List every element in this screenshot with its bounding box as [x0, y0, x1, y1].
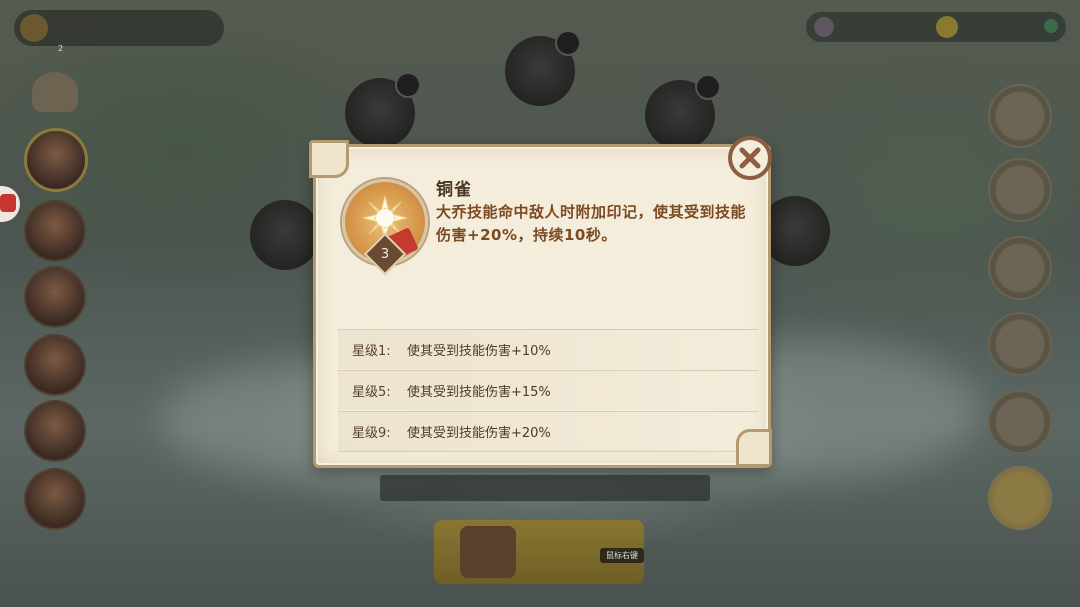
slot-badge — [395, 72, 421, 98]
star-level-row: 星级9: 使其受到技能伤害+20% — [338, 411, 758, 452]
top-indicator: 2 — [58, 44, 64, 53]
star-level-row: 星级1: 使其受到技能伤害+10% — [338, 329, 758, 369]
resource-bar[interactable] — [806, 12, 1066, 42]
hero-avatar[interactable] — [24, 128, 88, 192]
skill-name: 铜雀 — [436, 180, 472, 200]
top-left-bar[interactable]: 2 — [14, 10, 224, 53]
slot-badge — [555, 30, 581, 56]
level-gem-icon — [20, 14, 48, 42]
popup-paper: 3 铜雀 大乔技能命中敌人时附加印记，使其受到技能伤害+20%，持续10秒。 星… — [313, 144, 771, 468]
skill-detail-popup: 3 铜雀 大乔技能命中敌人时附加印记，使其受到技能伤害+20%，持续10秒。 星… — [309, 136, 772, 468]
close-button[interactable] — [728, 136, 772, 180]
formation-slot[interactable] — [505, 30, 581, 106]
star-level-effect: 使其受到技能伤害+20% — [407, 426, 551, 441]
right-menu-node[interactable] — [988, 390, 1052, 454]
right-menu-node[interactable] — [988, 236, 1052, 300]
hero-avatar[interactable] — [24, 200, 86, 262]
right-menu-node[interactable] — [988, 158, 1052, 222]
star-level-row: 星级5: 使其受到技能伤害+15% — [338, 370, 758, 410]
slot-badge — [695, 74, 721, 100]
right-menu-node[interactable] — [988, 466, 1052, 530]
lantern-icon — [32, 72, 78, 112]
coin-icon — [936, 16, 958, 38]
star-level-list: 星级1: 使其受到技能伤害+10% 星级5: 使其受到技能伤害+15% 星级9:… — [338, 329, 758, 453]
mouse-hint-tooltip: 鼠标右键 — [600, 548, 644, 563]
star-level-label: 星级5: — [352, 385, 391, 400]
bag-icon — [0, 194, 16, 212]
star-level-effect: 使其受到技能伤害+10% — [407, 344, 551, 359]
skill-description: 大乔技能命中敌人时附加印记，使其受到技能伤害+20%，持续10秒。 — [436, 203, 747, 244]
scroll-curl-top-left — [309, 140, 349, 178]
side-menu-button[interactable] — [0, 186, 20, 222]
star-level-effect: 使其受到技能伤害+15% — [407, 385, 551, 400]
skill-star-value: 3 — [380, 246, 390, 262]
formation-info-strip — [380, 475, 710, 501]
scroll-curl-bottom-right — [736, 429, 772, 467]
right-menu-node[interactable] — [988, 312, 1052, 376]
star-level-label: 星级9: — [352, 426, 391, 441]
hero-avatar[interactable] — [24, 400, 86, 462]
right-menu-node[interactable] — [988, 84, 1052, 148]
formation-slot[interactable] — [345, 72, 421, 148]
add-icon[interactable] — [1044, 19, 1058, 33]
hero-avatar[interactable] — [24, 266, 86, 328]
hero-portrait-icon — [460, 526, 516, 578]
close-x-icon — [739, 147, 761, 169]
resource-icon — [814, 17, 834, 37]
star-level-label: 星级1: — [352, 344, 391, 359]
hero-avatar[interactable] — [24, 468, 86, 530]
hero-avatar[interactable] — [24, 334, 86, 396]
